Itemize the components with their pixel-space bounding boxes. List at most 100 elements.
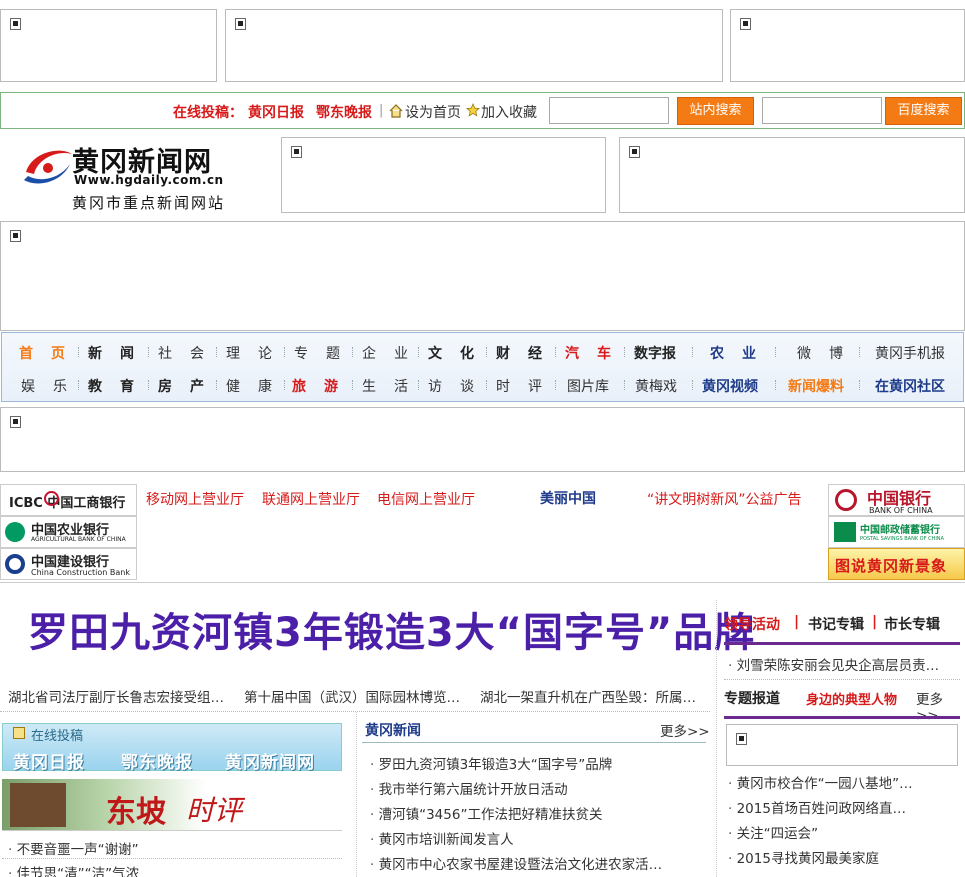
huanggang-news-more[interactable]: 更多>> bbox=[660, 720, 710, 740]
pavilion-image bbox=[10, 783, 66, 827]
right-news-2[interactable]: · 2015首场百姓问政网络直… bbox=[728, 797, 906, 817]
nav-community[interactable]: 在黄冈社区 bbox=[875, 376, 945, 396]
online-submission-banner[interactable]: 在线投稿 黄冈日报 鄂东晚报 黄冈新闻网 bbox=[2, 723, 342, 773]
icbc-logo-icon bbox=[44, 491, 59, 506]
nav-theory[interactable]: 理 论 bbox=[226, 343, 274, 363]
link-huanggang-daily[interactable]: 黄冈日报 bbox=[248, 102, 304, 122]
subnews-link-2[interactable]: 第十届中国（武汉）国际园林博览… bbox=[244, 686, 460, 706]
divider bbox=[0, 711, 710, 712]
nav-mobile-paper[interactable]: 黄冈手机报 bbox=[875, 343, 945, 363]
tab-special-reports[interactable]: 专题报道 bbox=[724, 688, 780, 708]
middle-news-3[interactable]: · 漕河镇“3456”工作法把好精准扶贫关 bbox=[370, 803, 602, 823]
site-search-input[interactable] bbox=[549, 97, 669, 124]
ad-banner-top-center[interactable] bbox=[225, 9, 723, 82]
ad-banner-below-nav[interactable] bbox=[0, 407, 965, 472]
tab-leader-activities[interactable]: 领导活动 bbox=[724, 614, 780, 634]
nav-realestate[interactable]: 房 产 bbox=[158, 376, 206, 396]
nav-home[interactable]: 首 页 bbox=[19, 343, 67, 363]
nav-enterprise[interactable]: 企 业 bbox=[362, 343, 410, 363]
right-news-4[interactable]: · 2015寻找黄冈最美家庭 bbox=[728, 847, 879, 867]
divider bbox=[724, 679, 960, 680]
bank-boc[interactable]: 中国银行 BANK OF CHINA bbox=[828, 484, 965, 516]
pen-icon bbox=[13, 727, 25, 739]
nav-culture[interactable]: 文 化 bbox=[428, 343, 476, 363]
nav-video[interactable]: 黄冈视频 bbox=[702, 376, 758, 396]
promo-telecom-hall[interactable]: 电信网上营业厅 bbox=[377, 489, 475, 509]
nav-huangmei-opera[interactable]: 黄梅戏 bbox=[635, 376, 677, 396]
nav-news[interactable]: 新 闻 bbox=[88, 343, 136, 363]
nav-agriculture[interactable]: 农 业 bbox=[710, 343, 758, 363]
nav-interview[interactable]: 访 谈 bbox=[428, 376, 476, 396]
left-news-1[interactable]: · 不要音噩一声“谢谢” bbox=[8, 838, 139, 858]
nav-travel[interactable]: 旅 游 bbox=[292, 376, 340, 396]
link-edong-evening[interactable]: 鄂东晚报 bbox=[316, 102, 372, 122]
purple-rule bbox=[724, 716, 960, 719]
middle-news-5[interactable]: · 黄冈市中心农家书屋建设暨法治文化进农家活… bbox=[370, 853, 662, 873]
baidu-search-button[interactable]: 百度搜索 bbox=[885, 97, 962, 125]
middle-news-4[interactable]: · 黄冈市培训新闻发言人 bbox=[370, 828, 514, 848]
bank-icbc[interactable]: ICBC 中国工商银行 bbox=[0, 484, 137, 516]
left-news-2[interactable]: · 佳节思“清”“洁”气浓 bbox=[8, 862, 139, 877]
star-icon bbox=[466, 103, 480, 117]
nav-weibo[interactable]: 微 博 bbox=[797, 343, 845, 363]
abc-logo-icon bbox=[5, 522, 25, 542]
ad-banner-top-right[interactable] bbox=[730, 9, 965, 82]
image-placeholder-icon bbox=[740, 18, 751, 30]
subnews-link-1[interactable]: 湖北省司法厅副厅长鲁志宏接受组… bbox=[8, 686, 224, 706]
ad-banner-header-1[interactable] bbox=[281, 137, 606, 213]
image-placeholder-icon bbox=[736, 733, 747, 745]
dongpo-commentary-banner[interactable]: 东坡 时评 bbox=[2, 779, 342, 831]
nav-auto[interactable]: 汽 车 bbox=[565, 343, 613, 363]
promo-mobile-hall[interactable]: 移动网上营业厅 bbox=[146, 489, 244, 509]
column-divider bbox=[716, 600, 717, 877]
ad-banner-top-left[interactable] bbox=[0, 9, 217, 82]
ad-banner-header-2[interactable] bbox=[619, 137, 965, 213]
leader-news-link[interactable]: · 刘雪荣陈安丽会见央企高层员责… bbox=[728, 654, 939, 674]
ad-tushuo-huanggang[interactable]: 图说黄冈新景象 bbox=[828, 548, 965, 580]
nav-row-1: 首 页 新 闻 社 会 理 论 专 题 企 业 文 化 财 经 汽 车 数字报 … bbox=[2, 335, 965, 368]
nav-breaking-news[interactable]: 新闻爆料 bbox=[788, 376, 844, 396]
image-placeholder-icon bbox=[291, 146, 302, 158]
bank-abc[interactable]: 中国农业银行 AGRICULTURAL BANK OF CHINA bbox=[0, 516, 137, 548]
promo-beautiful-china[interactable]: 美丽中国 bbox=[540, 488, 596, 508]
site-search-button[interactable]: 站内搜索 bbox=[677, 97, 754, 125]
nav-entertainment[interactable]: 娱 乐 bbox=[21, 376, 69, 396]
set-home-link[interactable]: 设为首页 bbox=[405, 102, 461, 122]
psbc-logo-icon bbox=[834, 522, 856, 542]
right-news-1[interactable]: · 黄冈市校合作“一园八基地”… bbox=[728, 772, 913, 792]
purple-rule bbox=[724, 642, 960, 645]
tab-secretary[interactable]: 书记专辑 bbox=[808, 614, 864, 634]
nav-education[interactable]: 教 育 bbox=[88, 376, 136, 396]
logo-emblem-icon[interactable] bbox=[22, 144, 74, 190]
logo-slogan: 黄冈市重点新闻网站 bbox=[72, 194, 226, 212]
image-placeholder-icon bbox=[235, 18, 246, 30]
nav-digital-paper[interactable]: 数字报 bbox=[634, 343, 676, 363]
add-favorite-link[interactable]: 加入收藏 bbox=[481, 102, 537, 122]
image-placeholder-icon bbox=[10, 416, 21, 428]
divider bbox=[2, 858, 342, 859]
nav-commentary[interactable]: 时 评 bbox=[496, 376, 544, 396]
promo-civility-ad[interactable]: “讲文明树新风”公益广告 bbox=[647, 489, 802, 509]
ccb-logo-icon bbox=[5, 554, 25, 574]
ad-banner-wide[interactable] bbox=[0, 221, 965, 331]
divider: | bbox=[379, 103, 384, 118]
nav-society[interactable]: 社 会 bbox=[158, 343, 206, 363]
nav-topics[interactable]: 专 题 bbox=[294, 343, 342, 363]
promo-unicom-hall[interactable]: 联通网上营业厅 bbox=[262, 489, 360, 509]
bank-ccb[interactable]: 中国建设银行 China Construction Bank bbox=[0, 548, 137, 580]
bank-psbc[interactable]: 中国邮政储蓄银行 POSTAL SAVINGS BANK OF CHINA bbox=[828, 516, 965, 548]
nav-health[interactable]: 健 康 bbox=[226, 376, 274, 396]
middle-news-2[interactable]: · 我市举行第六届统计开放日活动 bbox=[370, 778, 568, 798]
tab-typical-people[interactable]: 身边的典型人物 bbox=[806, 689, 897, 708]
ad-right-column[interactable] bbox=[726, 724, 958, 766]
nav-life[interactable]: 生 活 bbox=[362, 376, 410, 396]
nav-finance[interactable]: 财 经 bbox=[496, 343, 544, 363]
divider bbox=[362, 742, 706, 743]
nav-gallery[interactable]: 图片库 bbox=[567, 376, 609, 396]
tab-mayor[interactable]: 市长专辑 bbox=[884, 614, 940, 634]
headline-link[interactable]: 罗田九资河镇3年锻造3大“国字号”品牌 bbox=[28, 600, 755, 658]
baidu-search-input[interactable] bbox=[762, 97, 882, 124]
right-news-3[interactable]: · 关注“四运会” bbox=[728, 822, 818, 842]
subnews-link-3[interactable]: 湖北一架直升机在广西坠毁：所属… bbox=[480, 686, 696, 706]
middle-news-1[interactable]: · 罗田九资河镇3年锻造3大“国字号”品牌 bbox=[370, 753, 612, 773]
